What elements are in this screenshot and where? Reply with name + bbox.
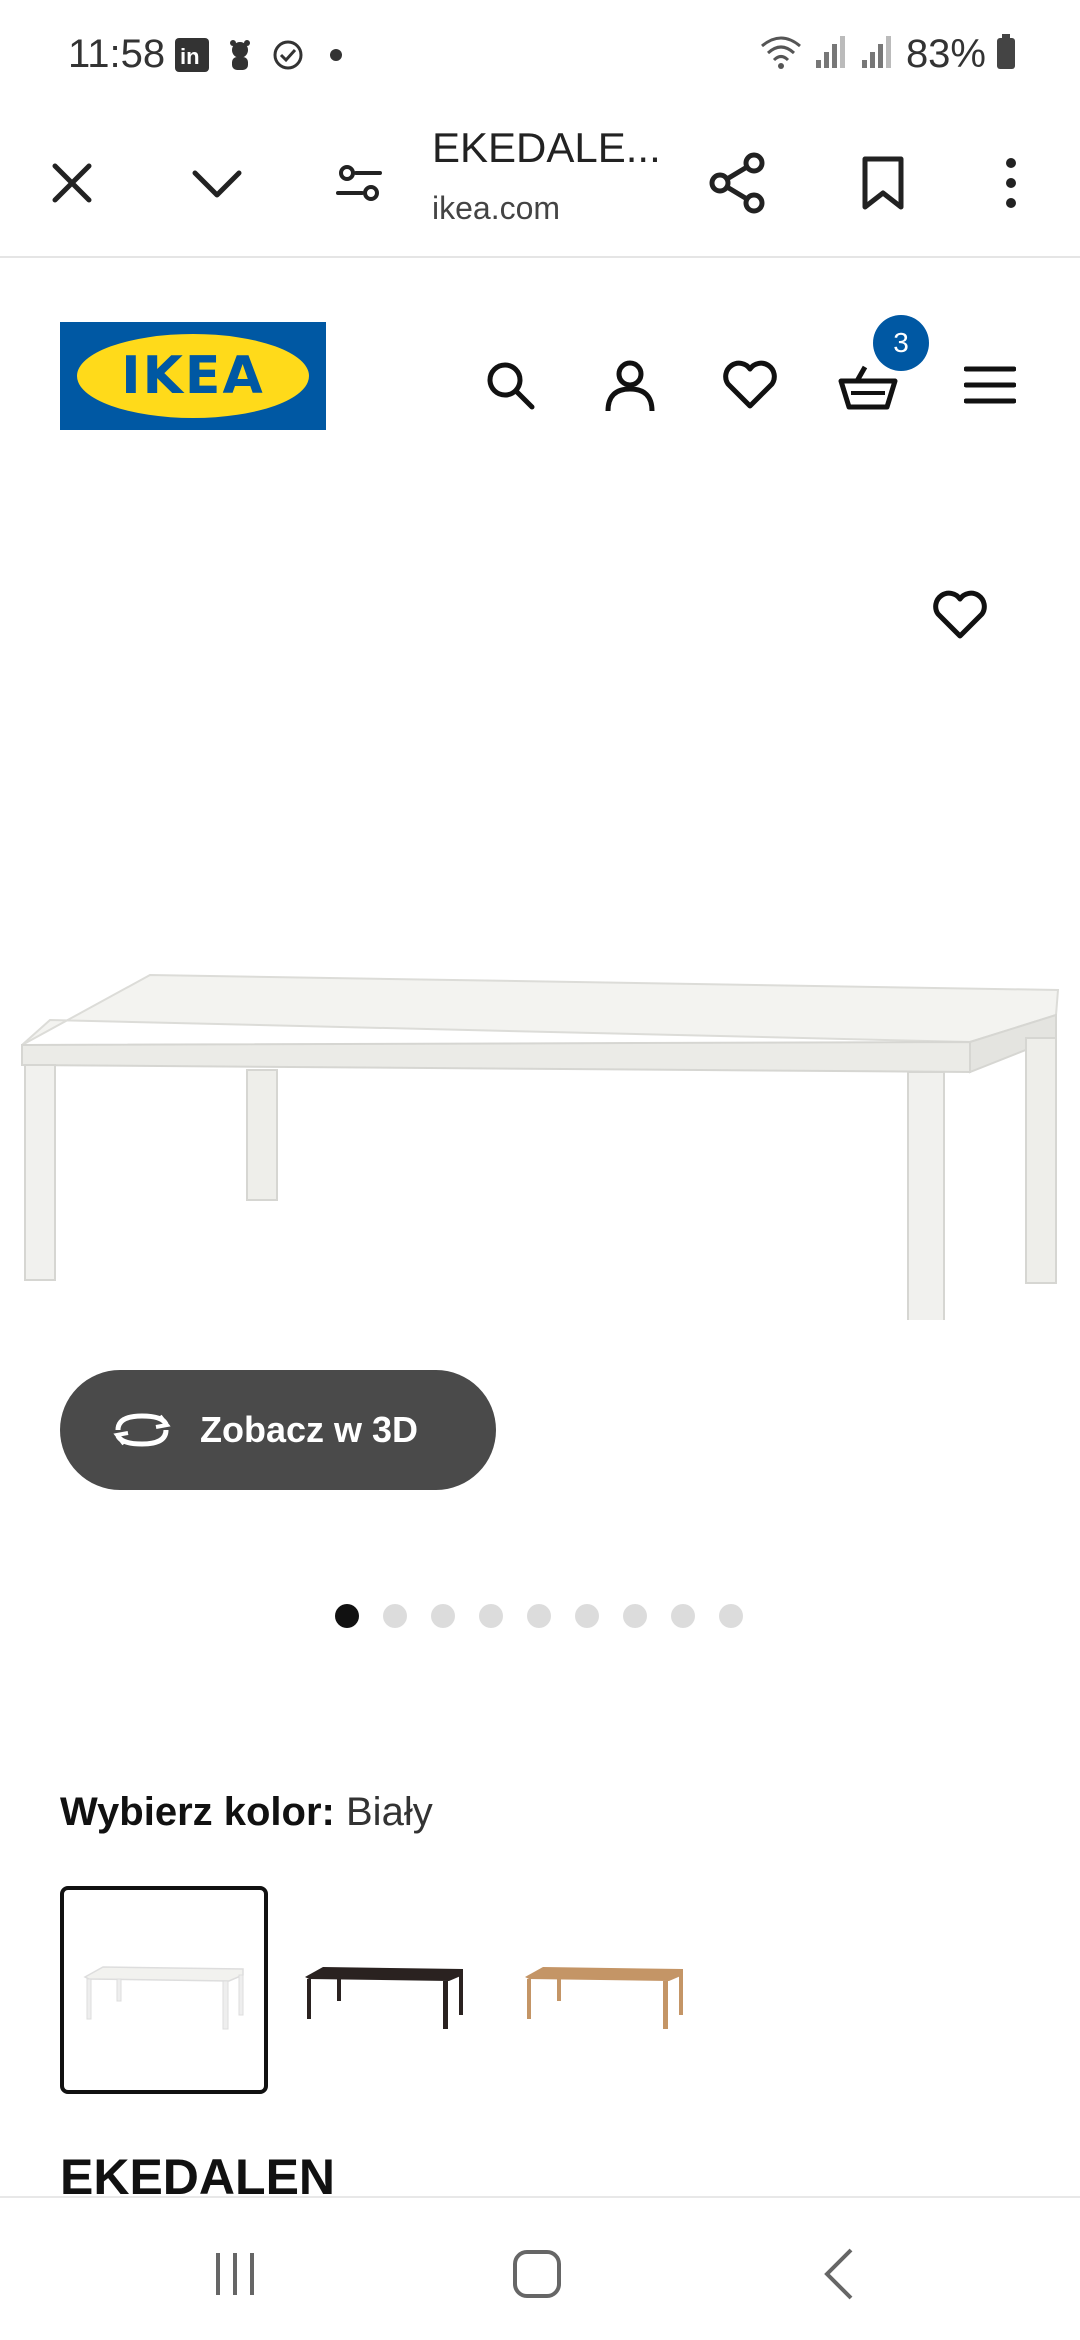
carousel-dot[interactable] [575, 1604, 599, 1628]
view-in-3d-label: Zobacz w 3D [200, 1409, 419, 1450]
color-selector-label: Wybierz kolor: Biały [60, 1790, 433, 1835]
close-icon [52, 163, 92, 203]
battery-percent: 83% [905, 32, 986, 76]
more-options-button[interactable] [966, 138, 1056, 228]
ikea-logo[interactable]: IKEA [60, 322, 326, 430]
carousel-dot[interactable] [623, 1604, 647, 1628]
color-swatch-dark-brown[interactable] [280, 1886, 488, 2094]
carousel-dot[interactable] [383, 1604, 407, 1628]
favorites-button[interactable] [715, 350, 785, 420]
view-in-3d-button[interactable]: Zobacz w 3D [60, 1370, 496, 1490]
cart-count-badge: 3 [873, 315, 929, 371]
status-bar: 11:58 in 83% [0, 0, 1080, 110]
bear-icon [223, 38, 257, 77]
logo-text: IKEA [121, 346, 265, 406]
white-table-thumbnail [83, 1966, 244, 2030]
carousel-dot[interactable] [335, 1604, 359, 1628]
back-button[interactable] [794, 2234, 884, 2314]
carousel-dot[interactable] [671, 1604, 695, 1628]
color-swatch-oak[interactable] [500, 1886, 708, 2094]
heart-icon [933, 590, 987, 639]
search-icon [487, 362, 535, 410]
wifi-icon [758, 32, 804, 77]
color-label-prefix: Wybierz kolor: [60, 1790, 335, 1834]
signal-icon [814, 32, 850, 77]
selected-color-value: Biały [346, 1790, 433, 1834]
product-image[interactable] [0, 720, 1080, 1320]
user-icon [605, 360, 655, 412]
battery-icon [996, 34, 1016, 75]
carousel-dot[interactable] [719, 1604, 743, 1628]
home-button[interactable] [492, 2234, 582, 2314]
collapse-button[interactable] [172, 138, 262, 228]
menu-button[interactable] [955, 350, 1025, 420]
logo-oval: IKEA [77, 334, 309, 418]
check-circle-icon [271, 38, 305, 77]
dark-brown-table-thumbnail [305, 1967, 463, 2029]
search-button[interactable] [475, 350, 545, 420]
menu-icon [964, 366, 1016, 404]
recent-apps-icon [216, 2253, 254, 2295]
browser-toolbar: EKEDALE... ikea.com [0, 110, 1080, 258]
carousel-dot[interactable] [479, 1604, 503, 1628]
carousel-dot[interactable] [527, 1604, 551, 1628]
add-to-favorites-button[interactable] [925, 580, 995, 650]
color-swatch-white[interactable] [60, 1886, 268, 2094]
share-icon [709, 152, 765, 214]
dot-icon [319, 38, 353, 77]
signal-icon [860, 32, 896, 77]
oak-table-thumbnail [525, 1967, 683, 2029]
bookmark-button[interactable] [838, 138, 928, 228]
rotate-3d-icon [113, 1413, 171, 1447]
page-settings-button[interactable] [314, 138, 404, 228]
linkedin-icon: in [175, 38, 209, 77]
system-status: 83% [758, 32, 1016, 77]
share-button[interactable] [693, 138, 783, 228]
page-title[interactable]: EKEDALE... [432, 124, 661, 172]
tune-icon [336, 165, 382, 201]
carousel-dot[interactable] [431, 1604, 455, 1628]
status-time: 11:58 [68, 32, 166, 76]
recent-apps-button[interactable] [190, 2234, 280, 2314]
carousel-dots [335, 1604, 743, 1628]
system-navigation-bar [0, 2196, 1080, 2340]
product-name: EKEDALEN [60, 2149, 336, 2198]
back-icon [824, 2248, 853, 2300]
chevron-down-icon [192, 170, 242, 198]
account-button[interactable] [595, 350, 665, 420]
page-url[interactable]: ikea.com [432, 190, 560, 227]
bookmark-icon [862, 156, 904, 210]
notification-icons: in [175, 38, 353, 77]
more-vertical-icon [1006, 158, 1016, 208]
home-icon [513, 2250, 561, 2298]
site-header: IKEA 3 [0, 260, 1080, 480]
heart-icon [723, 360, 777, 409]
product-gallery[interactable] [0, 480, 1080, 1380]
close-tab-button[interactable] [27, 138, 117, 228]
svg-text:in: in [180, 44, 200, 69]
color-swatches [60, 1886, 708, 2094]
